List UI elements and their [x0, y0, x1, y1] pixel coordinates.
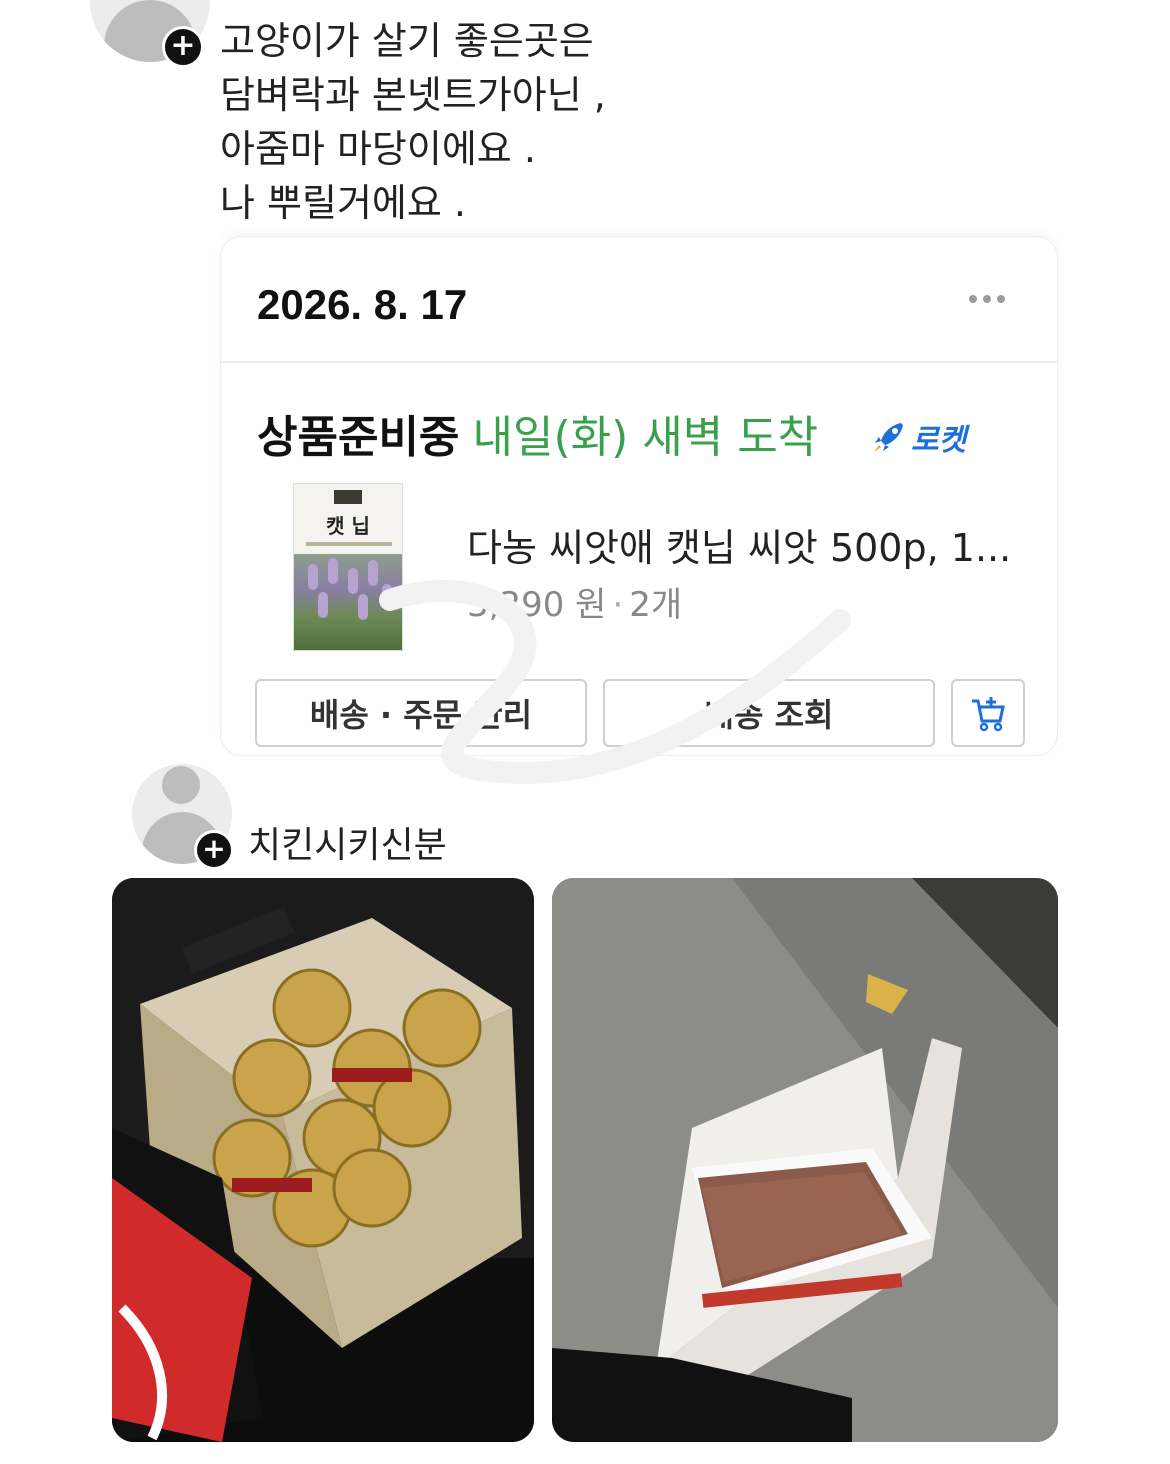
order-card-header: 2026. 8. 17 [221, 237, 1057, 363]
price: 3,290 원 [467, 585, 607, 625]
photo-cat-food-on-street[interactable] [552, 878, 1058, 1442]
arrival-estimate: 내일(화) 새벽 도착 [472, 412, 819, 463]
photo-cat-food-cans[interactable] [112, 878, 534, 1442]
comment-body: 고양이가 살기 좋은곳은 담벼락과 본넷트가아닌 , 아줌마 마당이에요 . 나… [220, 14, 606, 230]
add-to-cart-icon [972, 697, 1005, 732]
follow-plus-icon[interactable]: + [162, 26, 204, 68]
username[interactable]: 치킨시키신분 [248, 816, 447, 868]
comment-line: 아줌마 마당이에요 . [220, 127, 536, 171]
add-to-cart-button[interactable] [951, 679, 1025, 747]
follow-plus-icon[interactable]: + [194, 830, 234, 870]
manage-order-button[interactable]: 배송 · 주문 관리 [255, 679, 587, 747]
product-thumbnail[interactable]: 캣 닙 [293, 483, 403, 651]
product-price-line: 3,290 원 · 2개 [467, 585, 683, 625]
product-name[interactable]: 다농 씨앗애 캣닙 씨앗 500p, 1... [467, 517, 1011, 572]
comment-line: 고양이가 살기 좋은곳은 [220, 19, 594, 63]
thumb-label: 캣 닙 [326, 514, 370, 538]
comment-line: 나 뿌릴거에요 . [220, 181, 466, 225]
order-card: 2026. 8. 17 상품준비중 내일(화) 새벽 도착 로켓 캣 닙 다농 … [220, 236, 1058, 756]
track-delivery-button[interactable]: 배송 조회 [603, 679, 935, 747]
quantity: 2개 [629, 585, 683, 625]
rocket-label: 로켓 [911, 423, 967, 458]
rocket-icon [874, 423, 903, 452]
rocket-badge: 로켓 [871, 415, 966, 459]
order-date: 2026. 8. 17 [257, 281, 468, 328]
comment-line: 담벼락과 본넷트가아닌 , [220, 73, 606, 117]
delivery-status: 상품준비중 내일(화) 새벽 도착 [257, 401, 818, 465]
more-dots-icon[interactable] [969, 289, 1013, 309]
order-status: 상품준비중 [257, 412, 460, 463]
